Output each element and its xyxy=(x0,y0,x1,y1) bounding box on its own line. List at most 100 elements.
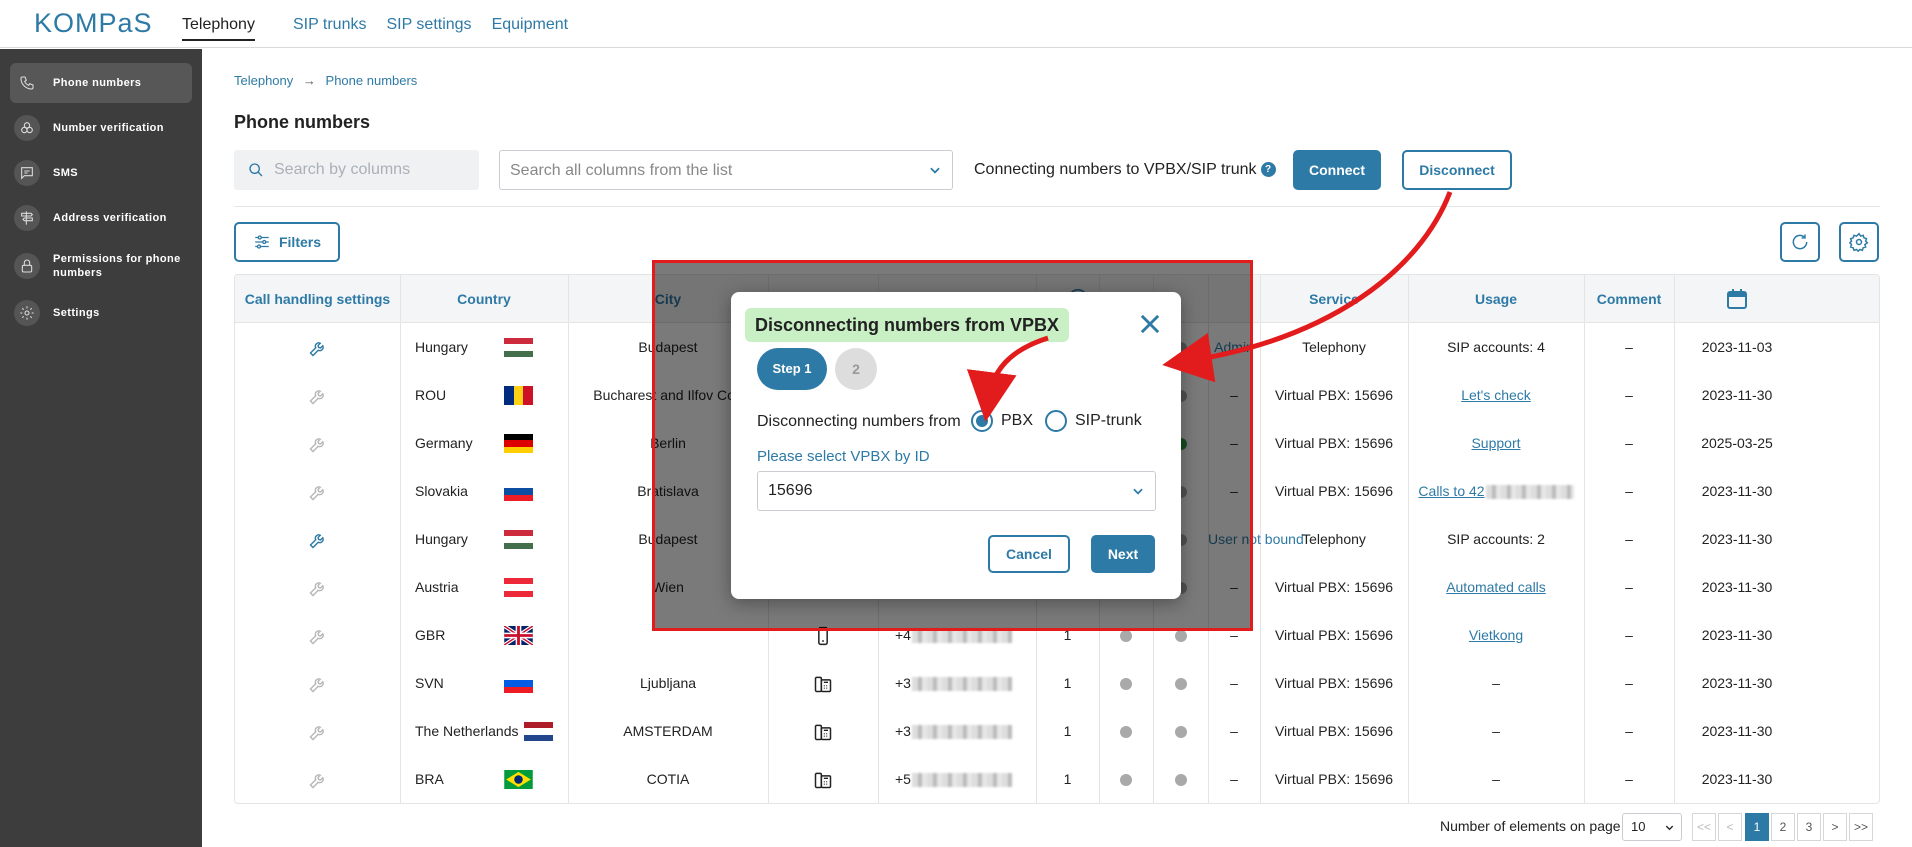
usage-cell: – xyxy=(1408,707,1584,755)
call-handling-settings-button[interactable] xyxy=(235,611,400,659)
service-cell: Virtual PBX: 15696 xyxy=(1274,387,1394,403)
breadcrumb-separator: → xyxy=(302,73,316,88)
sidebar-item-permissions[interactable]: Permissions for phone numbers xyxy=(10,243,192,289)
col-call-handling[interactable]: Call handling settings xyxy=(235,275,400,323)
kompas-logo[interactable]: KOMPaS xyxy=(34,8,153,39)
service-cell: Virtual PBX: 15696 xyxy=(1274,435,1394,451)
table-row[interactable]: The Netherlands AMSTERDAM +3 1 – Virtual PBX:… xyxy=(235,707,1879,755)
usage-value[interactable]: Automated calls xyxy=(1446,579,1546,595)
usage-value[interactable]: Support xyxy=(1471,435,1520,451)
column-select-placeholder: Search all columns from the list xyxy=(510,162,733,179)
user-cell: – xyxy=(1208,755,1260,803)
call-handling-settings-button[interactable] xyxy=(235,515,400,563)
page-2-button[interactable]: 2 xyxy=(1771,813,1795,841)
usage-cell[interactable]: Vietkong xyxy=(1408,611,1584,659)
page-next-button[interactable]: > xyxy=(1823,813,1847,841)
usage-value: – xyxy=(1492,723,1500,739)
page-last-button[interactable]: >> xyxy=(1849,813,1873,841)
date-cell: 2023-11-30 xyxy=(1701,771,1773,787)
nav-sip-settings[interactable]: SIP settings xyxy=(386,16,471,41)
filters-button[interactable]: Filters xyxy=(234,222,340,262)
usage-cell[interactable]: Support xyxy=(1408,419,1584,467)
sidebar-item-label-line2: numbers xyxy=(53,267,103,279)
country-cell: Hungary xyxy=(415,531,468,547)
col-country[interactable]: Country xyxy=(400,275,568,323)
call-handling-settings-button[interactable] xyxy=(235,563,400,611)
call-handling-settings-button[interactable] xyxy=(235,371,400,419)
sidebar-item-label: Permissions for phone xyxy=(53,253,181,265)
cancel-button[interactable]: Cancel xyxy=(988,535,1070,573)
usage-value: SIP accounts: 4 xyxy=(1447,339,1545,355)
breadcrumb-phone-numbers[interactable]: Phone numbers xyxy=(326,73,418,88)
sidebar-item-phone-numbers[interactable]: Phone numbers xyxy=(10,63,192,103)
vpbx-select[interactable]: 15696 xyxy=(757,471,1156,511)
close-icon xyxy=(1140,314,1160,334)
call-handling-settings-button[interactable] xyxy=(235,707,400,755)
device-cell xyxy=(768,659,878,707)
nav-telephony[interactable]: Telephony xyxy=(182,16,255,41)
nav-sip-trunks[interactable]: SIP trunks xyxy=(293,16,367,41)
col-date[interactable] xyxy=(1674,275,1800,323)
redacted-number xyxy=(911,629,1012,644)
search-box[interactable] xyxy=(234,150,479,190)
usage-cell[interactable]: Automated calls xyxy=(1408,563,1584,611)
breadcrumb-telephony[interactable]: Telephony xyxy=(234,73,293,88)
wrench-icon xyxy=(308,774,324,789)
column-select[interactable]: Search all columns from the list xyxy=(499,150,953,190)
page-size-select[interactable]: 10 xyxy=(1622,813,1682,841)
col-comment[interactable]: Comment xyxy=(1584,275,1674,323)
call-handling-settings-button[interactable] xyxy=(235,755,400,803)
call-handling-settings-button[interactable] xyxy=(235,419,400,467)
connect-button[interactable]: Connect xyxy=(1293,150,1381,190)
country-cell: GBR xyxy=(415,627,446,643)
chevron-down-icon xyxy=(1665,825,1674,831)
radio-sip-trunk[interactable]: SIP-trunk xyxy=(1045,410,1142,432)
nav-equipment[interactable]: Equipment xyxy=(492,16,569,41)
table-row[interactable]: SVN Ljubljana +3 1 – Virtual PBX: 15696 – – 2023… xyxy=(235,659,1879,707)
next-button[interactable]: Next xyxy=(1091,535,1155,573)
help-icon[interactable]: ? xyxy=(1260,162,1276,177)
call-handling-settings-button[interactable] xyxy=(235,659,400,707)
call-handling-settings-button[interactable] xyxy=(235,323,400,371)
user-value: – xyxy=(1230,675,1238,691)
modal-close-button[interactable] xyxy=(1136,310,1164,338)
country-cell: Germany xyxy=(415,435,473,451)
refresh-button[interactable] xyxy=(1780,222,1820,262)
country-cell: SVN xyxy=(415,675,444,691)
comment-cell: – xyxy=(1625,723,1633,739)
table-settings-button[interactable] xyxy=(1839,222,1879,262)
radio-pbx[interactable]: PBX xyxy=(971,410,1033,432)
call-handling-settings-button[interactable] xyxy=(235,467,400,515)
usage-value[interactable]: Vietkong xyxy=(1469,627,1523,643)
phone-number-prefix: +5 xyxy=(895,771,911,787)
sidebar-item-settings[interactable]: Settings xyxy=(10,293,192,333)
page-1-button[interactable]: 1 xyxy=(1745,813,1769,841)
flag-icon xyxy=(504,578,533,597)
service-cell: Telephony xyxy=(1302,531,1366,547)
radio-sip-trunk-indicator[interactable] xyxy=(1045,410,1067,432)
page-3-button[interactable]: 3 xyxy=(1797,813,1821,841)
usage-cell[interactable]: Let's check xyxy=(1408,371,1584,419)
disconnect-button[interactable]: Disconnect xyxy=(1402,150,1512,190)
sidebar-item-address-verification[interactable]: Address verification xyxy=(10,198,192,238)
usage-value[interactable]: Calls to 42 xyxy=(1418,483,1484,499)
sidebar-item-sms[interactable]: SMS xyxy=(10,153,192,193)
sidebar-item-label: Settings xyxy=(53,307,100,319)
user-cell: – xyxy=(1208,659,1260,707)
usage-cell: – xyxy=(1408,659,1584,707)
page-prev-button[interactable]: < xyxy=(1718,813,1742,841)
search-input[interactable] xyxy=(274,158,469,182)
phone-number-prefix: +3 xyxy=(895,675,911,691)
usage-value[interactable]: Let's check xyxy=(1461,387,1531,403)
page-first-button[interactable]: << xyxy=(1692,813,1716,841)
page-title: Phone numbers xyxy=(234,112,371,132)
refresh-icon xyxy=(1792,234,1808,250)
sidebar-item-number-verification[interactable]: Number verification xyxy=(10,108,192,148)
col-service[interactable]: Service xyxy=(1260,275,1408,323)
city-cell: COTIA xyxy=(646,771,690,787)
usage-cell[interactable]: Calls to 42 xyxy=(1408,467,1584,515)
col-usage[interactable]: Usage xyxy=(1408,275,1584,323)
sidebar: Phone numbers Number verification SMS Ad… xyxy=(0,49,202,847)
radio-pbx-indicator[interactable] xyxy=(971,410,993,432)
table-row[interactable]: BRA COTIA +5 1 – Virtual PBX: 15696 – – 2023-11-… xyxy=(235,755,1879,803)
